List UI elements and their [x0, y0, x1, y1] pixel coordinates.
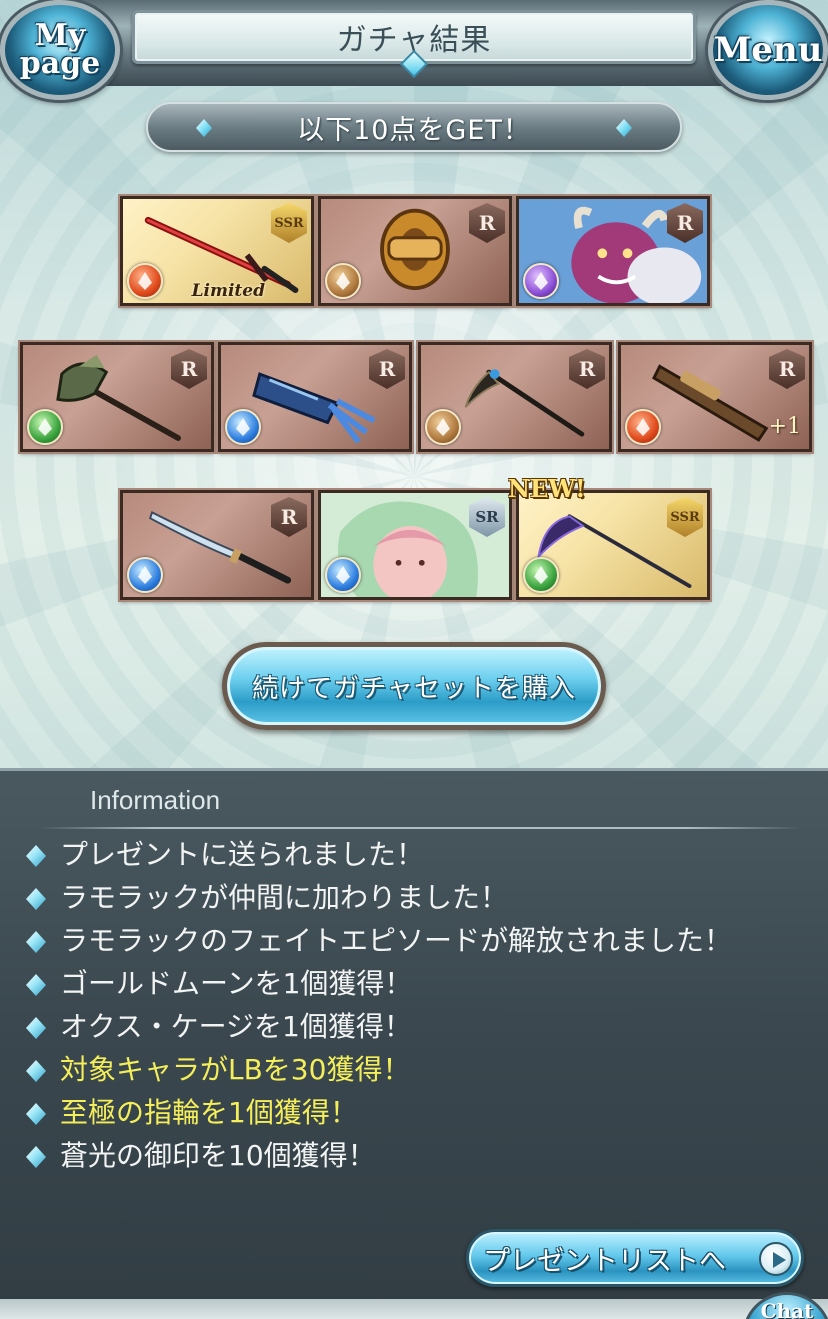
gem-right-icon — [616, 119, 632, 137]
item-card[interactable]: R — [416, 340, 614, 454]
list-item-highlight: 至極の指輪を1個獲得！ — [22, 1091, 762, 1134]
dark-element-icon — [523, 263, 559, 299]
diamond-bullet-icon — [26, 1103, 46, 1125]
item-card[interactable]: SSR — [514, 488, 712, 602]
earth-element-icon — [325, 263, 361, 299]
present-list-button[interactable]: プレゼントリストへ — [466, 1229, 804, 1287]
present-list-label: プレゼントリストへ — [483, 1245, 726, 1277]
mypage-button[interactable]: My page — [0, 0, 120, 100]
earth-element-icon — [425, 409, 461, 445]
divider — [40, 827, 800, 829]
information-heading: Information — [90, 785, 221, 815]
list-item: オクス・ケージを1個獲得！ — [22, 1005, 762, 1048]
diamond-bullet-icon — [26, 1060, 46, 1082]
list-item-highlight: 対象キャラがLBを30獲得！ — [22, 1048, 762, 1091]
diamond-bullet-icon — [26, 888, 46, 910]
continue-gacha-button[interactable]: 続けてガチャセットを購入 — [222, 642, 606, 730]
result-count-text: 以下10点をGET！ — [297, 114, 531, 146]
information-list: プレゼントに送られました！ ラモラックが仲間に加わりました！ ラモラックのフェイ… — [22, 833, 762, 1177]
diamond-bullet-icon — [26, 1017, 46, 1039]
item-card[interactable]: R — [216, 340, 414, 454]
result-count-banner: 以下10点をGET！ — [146, 102, 682, 152]
chat-label: Chat — [760, 1299, 814, 1319]
bottom-bar — [0, 1299, 828, 1319]
wind-element-icon — [523, 557, 559, 593]
diamond-bullet-icon — [26, 931, 46, 953]
diamond-bullet-icon — [26, 1146, 46, 1168]
list-item: プレゼントに送られました！ — [22, 833, 762, 876]
item-card[interactable]: R — [316, 194, 514, 308]
diamond-bullet-icon — [26, 845, 46, 867]
item-card[interactable]: R — [18, 340, 216, 454]
wind-element-icon — [27, 409, 63, 445]
menu-button[interactable]: Menu — [708, 0, 828, 100]
fire-element-icon — [625, 409, 661, 445]
information-panel: Information プレゼントに送られました！ ラモラックが仲間に加わりまし… — [0, 768, 828, 1299]
gem-left-icon — [196, 119, 212, 137]
menu-label: Menu — [713, 30, 823, 70]
new-badge: NEW! — [508, 474, 586, 503]
fire-element-icon — [127, 263, 163, 299]
item-card[interactable]: R — [514, 194, 712, 308]
water-element-icon — [225, 409, 261, 445]
item-card[interactable]: R +1 — [616, 340, 814, 454]
water-element-icon — [325, 557, 361, 593]
play-arrow-icon — [759, 1242, 793, 1276]
item-card[interactable]: SR — [316, 488, 514, 602]
mypage-label: My page — [19, 18, 101, 81]
plus-badge: +1 — [768, 414, 801, 439]
diamond-bullet-icon — [26, 974, 46, 996]
item-card[interactable]: SSR Limited — [118, 194, 316, 308]
water-element-icon — [127, 557, 163, 593]
list-item: 蒼光の御印を10個獲得！ — [22, 1134, 762, 1177]
list-item: ラモラックのフェイトエピソードが解放されました！ — [22, 919, 762, 962]
limited-badge: Limited — [191, 281, 265, 301]
continue-gacha-label: 続けてガチャセットを購入 — [252, 673, 576, 704]
list-item: ラモラックが仲間に加わりました！ — [22, 876, 762, 919]
item-card[interactable]: R — [118, 488, 316, 602]
list-item: ゴールドムーンを1個獲得！ — [22, 962, 762, 1005]
